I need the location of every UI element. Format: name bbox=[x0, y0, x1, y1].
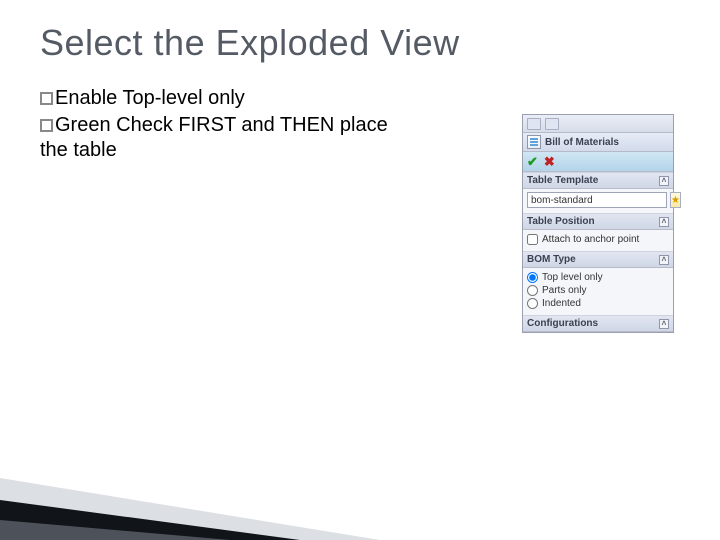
bullet-item: Green Check FIRST and THEN place the tab… bbox=[40, 113, 400, 163]
favorite-button[interactable]: ★ bbox=[670, 192, 681, 208]
property-panel: Bill of Materials ✔ ✖ Table Template ˄ ★… bbox=[522, 114, 674, 333]
bullet-item: Enable Top-level only bbox=[40, 86, 400, 111]
bomtype-label: Indented bbox=[542, 298, 581, 309]
bullet-list: Enable Top-level only Green Check FIRST … bbox=[40, 86, 400, 163]
bullet-marker-icon bbox=[40, 119, 53, 132]
collapse-icon[interactable]: ˄ bbox=[659, 319, 669, 329]
anchor-checkbox[interactable] bbox=[527, 234, 538, 245]
panel-toolbar bbox=[523, 115, 673, 133]
section-header-configs[interactable]: Configurations ˄ bbox=[523, 315, 673, 332]
panel-header: Bill of Materials bbox=[523, 133, 673, 152]
bullet-marker-icon bbox=[40, 92, 53, 105]
section-header-bomtype[interactable]: BOM Type ˄ bbox=[523, 251, 673, 268]
bullet-text: Enable Top-level only bbox=[55, 87, 245, 109]
toolbar-icon[interactable] bbox=[545, 118, 559, 130]
section-title: BOM Type bbox=[527, 254, 576, 265]
panel-confirm-bar: ✔ ✖ bbox=[523, 152, 673, 172]
bomtype-radio-toplevel[interactable] bbox=[527, 272, 538, 283]
collapse-icon[interactable]: ˄ bbox=[659, 176, 669, 186]
cancel-x-icon[interactable]: ✖ bbox=[544, 155, 555, 168]
section-body-bomtype: Top level only Parts only Indented bbox=[523, 268, 673, 315]
section-title: Configurations bbox=[527, 318, 598, 329]
section-body-template: ★ bbox=[523, 189, 673, 213]
bomtype-radio-parts[interactable] bbox=[527, 285, 538, 296]
toolbar-icon[interactable] bbox=[527, 118, 541, 130]
decorative-wedge bbox=[0, 430, 380, 540]
collapse-icon[interactable]: ˄ bbox=[659, 255, 669, 265]
anchor-label: Attach to anchor point bbox=[542, 234, 639, 245]
collapse-icon[interactable]: ˄ bbox=[659, 217, 669, 227]
section-title: Table Template bbox=[527, 175, 598, 186]
slide-title: Select the Exploded View bbox=[40, 22, 680, 64]
bomtype-label: Parts only bbox=[542, 285, 586, 296]
section-title: Table Position bbox=[527, 216, 595, 227]
bomtype-radio-indented[interactable] bbox=[527, 298, 538, 309]
template-input[interactable] bbox=[527, 192, 667, 208]
confirm-check-icon[interactable]: ✔ bbox=[527, 155, 538, 168]
section-header-template[interactable]: Table Template ˄ bbox=[523, 172, 673, 189]
bomtype-label: Top level only bbox=[542, 272, 603, 283]
panel-header-title: Bill of Materials bbox=[545, 137, 619, 148]
section-header-position[interactable]: Table Position ˄ bbox=[523, 213, 673, 230]
slide: Select the Exploded View Enable Top-leve… bbox=[0, 0, 720, 540]
bom-icon bbox=[527, 135, 541, 149]
section-body-position: Attach to anchor point bbox=[523, 230, 673, 251]
bullet-text: Green Check FIRST and THEN place the tab… bbox=[40, 114, 388, 161]
